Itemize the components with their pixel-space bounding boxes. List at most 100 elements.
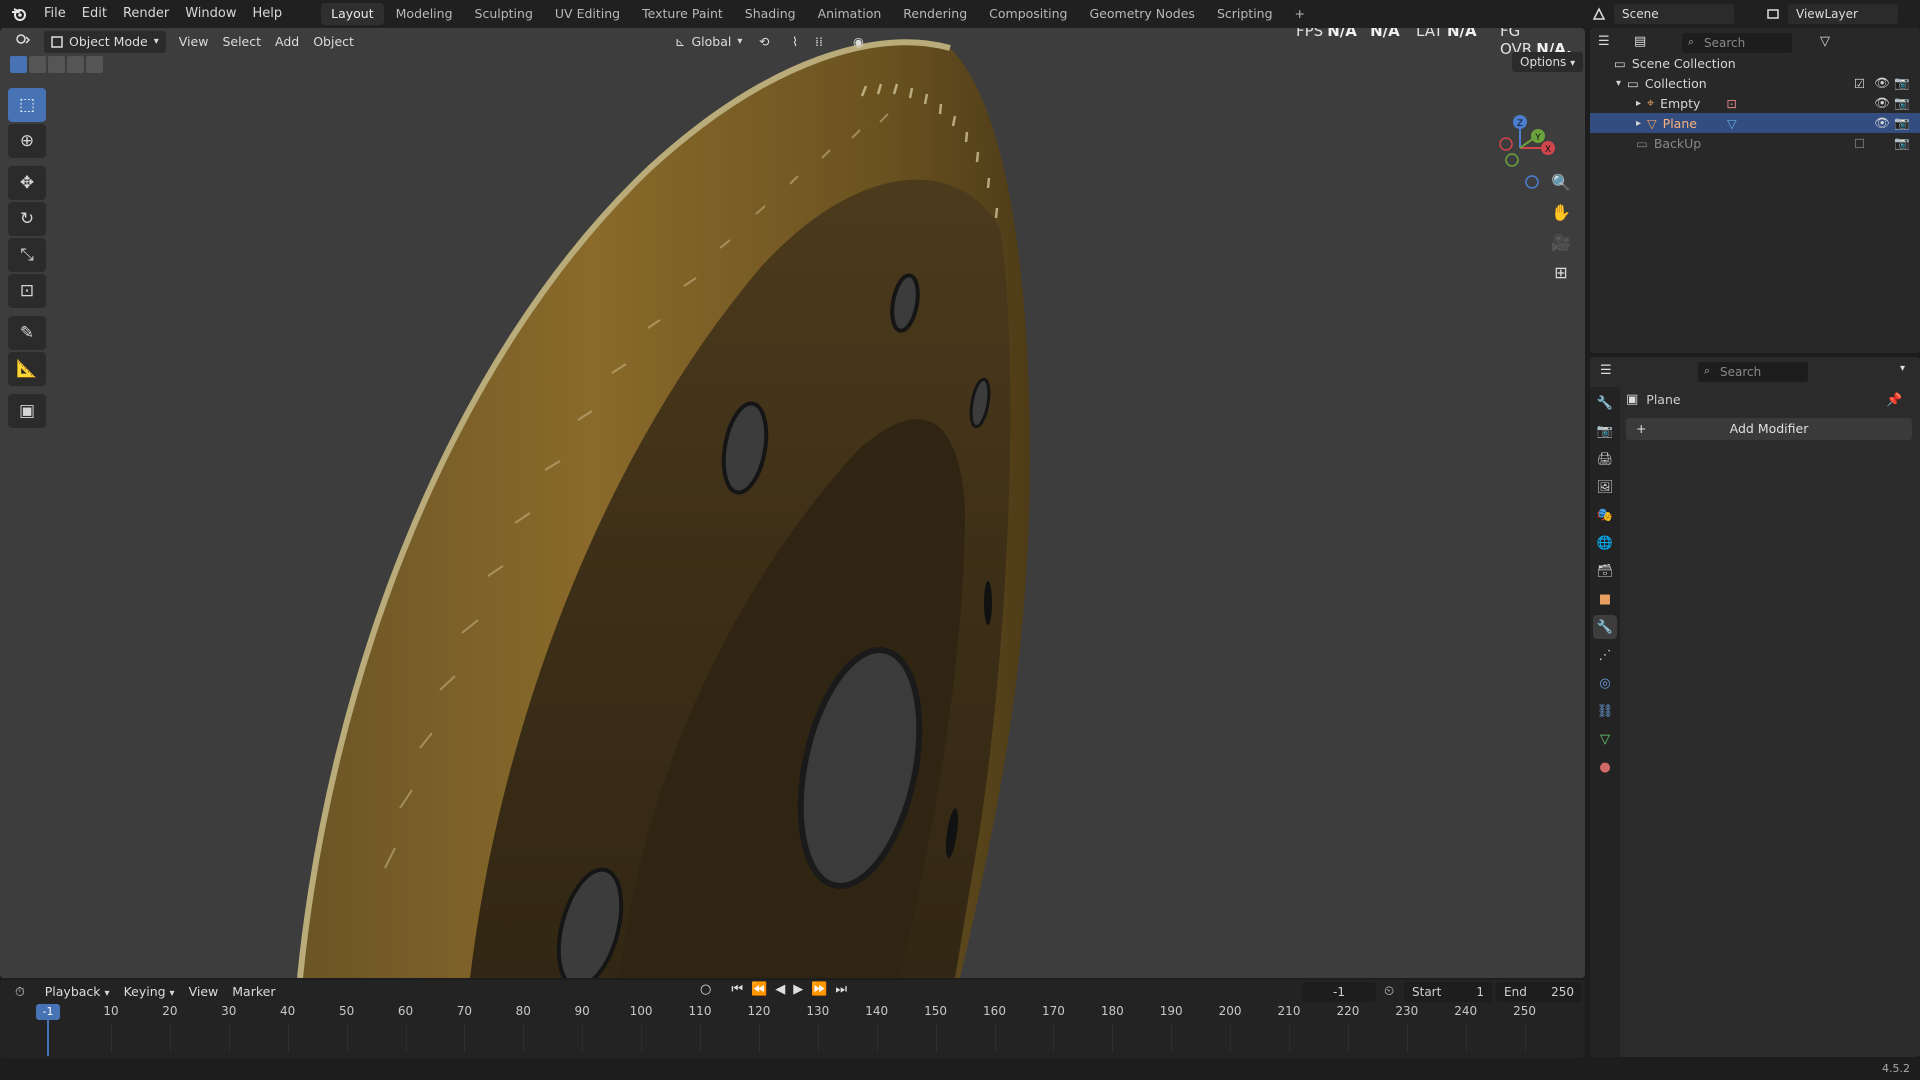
menu-help[interactable]: Help [245,0,291,28]
scene-collection-row[interactable]: ▭ Scene Collection [1590,53,1920,73]
physics-tab-icon[interactable]: ◎ [1593,671,1617,695]
chevron-right-icon[interactable]: ▸ [1636,118,1641,129]
tab-rendering[interactable]: Rendering [893,3,977,25]
display-mode-icon[interactable]: ▤ [1634,34,1646,49]
chevron-down-icon[interactable]: ▾ [1616,78,1621,89]
perspective-grid-icon[interactable]: ⊞ [1546,258,1576,286]
viewlayer-icon[interactable] [1762,3,1784,25]
tab-texture-paint[interactable]: Texture Paint [632,3,733,25]
zoom-icon[interactable]: 🔍 [1546,168,1576,196]
tab-compositing[interactable]: Compositing [979,3,1077,25]
properties-editor-icon[interactable]: ☰ [1600,363,1612,378]
rotate-tool-icon[interactable]: ↻ [8,202,46,236]
options-dropdown[interactable]: Options ▾ [1512,52,1584,72]
scene-icon[interactable] [1588,3,1610,25]
select-extend-icon[interactable] [29,56,46,73]
select-intersect-icon[interactable] [86,56,103,73]
camera-icon[interactable]: 📷 [1894,75,1910,91]
camera-icon[interactable]: 📷 [1894,95,1910,111]
timeline-tick-label: 150 [924,1004,948,1018]
mode-dropdown[interactable]: Object Mode ▾ [44,31,166,53]
menu-render[interactable]: Render [115,0,177,28]
properties-search-input[interactable]: Search [1698,362,1808,382]
menu-file[interactable]: File [36,0,74,28]
outliner-search-input[interactable]: Search [1682,33,1792,53]
object-tab-icon[interactable]: ■ [1593,587,1617,611]
viewlayer-selector[interactable]: ViewLayer [1788,4,1898,24]
render-tab-icon[interactable]: 📷 [1593,419,1617,443]
scene-tab-icon[interactable]: 🎭 [1593,503,1617,527]
tab-shading[interactable]: Shading [735,3,806,25]
add-workspace-button[interactable]: + [1285,3,1315,25]
select-invert-icon[interactable] [67,56,84,73]
world-tab-icon[interactable]: 🌐 [1593,531,1617,555]
material-tab-icon[interactable]: ● [1593,755,1617,779]
data-tab-icon[interactable]: ▽ [1593,727,1617,751]
exclude-checkbox[interactable]: ☐ [1854,136,1865,151]
collection-tab-icon[interactable]: 🗃 [1593,559,1617,583]
object-icon: ▣ [1626,392,1639,407]
tool-tab-icon[interactable]: 🔧 [1593,391,1617,415]
pivot-icon[interactable]: ⟲ [752,31,776,53]
timeline-tick-line [1524,1022,1526,1052]
camera-icon[interactable]: 📷 [1894,135,1910,151]
editor-type-icon[interactable] [8,31,38,53]
tab-layout[interactable]: Layout [321,3,384,25]
view-layer-tab-icon[interactable]: 🖼 [1593,475,1617,499]
timeline-ruler[interactable]: 10 20 30 40 50 60 70 80 90 100 110 120 130 140 150 160 1… [0,980,1585,1058]
pan-hand-icon[interactable]: ✋ [1546,198,1576,226]
eye-icon[interactable]: 👁 [1874,115,1890,131]
pin-icon[interactable]: 📌 [1886,393,1902,408]
cursor-tool-icon[interactable]: ⊕ [8,124,46,158]
tab-scripting[interactable]: Scripting [1207,3,1283,25]
timeline-tick-label: 110 [688,1004,712,1018]
menu-edit[interactable]: Edit [74,0,115,28]
blender-logo-icon[interactable] [8,3,30,25]
add-cube-tool-icon[interactable]: ▣ [8,394,46,428]
playhead-line[interactable] [47,1020,49,1056]
measure-tool-icon[interactable]: 📐 [8,352,46,386]
menu-object[interactable]: Object [306,31,361,53]
3d-viewport[interactable]: Object Mode ▾ View Select Add Object ⊾ G… [0,28,1585,978]
particles-tab-icon[interactable]: ⋰ [1593,643,1617,667]
camera-view-icon[interactable]: 🎥 [1546,228,1576,256]
move-tool-icon[interactable]: ✥ [8,166,46,200]
menu-view[interactable]: View [172,31,216,53]
tab-geometry-nodes[interactable]: Geometry Nodes [1080,3,1205,25]
backup-row[interactable]: ▭ BackUp ☐ 📷 [1590,133,1920,153]
select-box-tool-icon[interactable]: ⬚ [8,88,46,122]
tab-uv-editing[interactable]: UV Editing [545,3,630,25]
add-modifier-button[interactable]: + Add Modifier [1626,418,1912,440]
constraints-tab-icon[interactable]: ⛓ [1593,699,1617,723]
menu-select[interactable]: Select [215,31,268,53]
select-subtract-icon[interactable] [48,56,65,73]
eye-icon[interactable]: 👁 [1874,75,1890,91]
menu-add[interactable]: Add [268,31,306,53]
chevron-right-icon[interactable]: ▸ [1636,98,1641,109]
snap-icon[interactable]: ⌇ [785,31,805,53]
empty-row[interactable]: ▸ ⌖ Empty ⊡ 👁 📷 [1590,93,1920,113]
current-frame-indicator[interactable]: -1 [36,1004,60,1020]
output-tab-icon[interactable]: 🖨 [1593,447,1617,471]
plane-row[interactable]: ▸ ▽ Plane ▽ 👁 📷 [1590,113,1920,133]
chevron-down-icon[interactable]: ▾ [1900,363,1905,374]
camera-icon[interactable]: 📷 [1894,115,1910,131]
modifier-tab-icon[interactable]: 🔧 [1593,615,1617,639]
exclude-checkbox[interactable]: ☑ [1854,76,1865,91]
outliner-editor-icon[interactable]: ☰ [1598,34,1610,49]
select-new-icon[interactable] [10,56,27,73]
proportional-edit-icon[interactable]: ◉ [846,31,871,53]
collection-row[interactable]: ▾ ▭ Collection ☑ 👁 📷 [1590,73,1920,93]
scale-tool-icon[interactable]: ⤡ [8,238,46,272]
annotate-tool-icon[interactable]: ✎ [8,316,46,350]
filter-icon[interactable]: ▽ [1820,34,1830,49]
snap-grid-icon[interactable]: ⁞⁞ [808,31,830,53]
scene-selector[interactable]: Scene [1614,4,1734,24]
transform-tool-icon[interactable]: ⊡ [8,274,46,308]
menu-window[interactable]: Window [177,0,244,28]
orientation-dropdown[interactable]: ⊾ Global ▾ [668,31,749,53]
eye-icon[interactable]: 👁 [1874,95,1890,111]
tab-sculpting[interactable]: Sculpting [465,3,543,25]
tab-animation[interactable]: Animation [808,3,892,25]
tab-modeling[interactable]: Modeling [386,3,463,25]
